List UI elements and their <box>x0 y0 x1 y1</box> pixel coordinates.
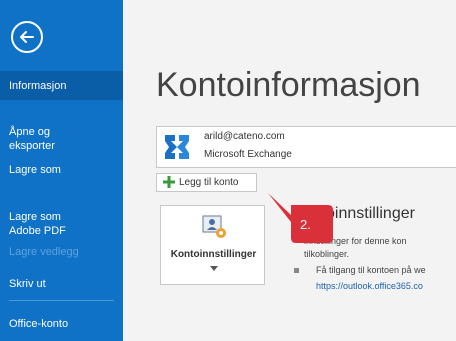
backstage-sidebar: Informasjon Åpne og eksporter Lagre som … <box>0 0 123 341</box>
account-settings-icon <box>202 215 226 238</box>
exchange-icon <box>162 132 192 162</box>
nav-item-office-konto[interactable]: Office-konto <box>0 317 123 331</box>
plus-icon <box>163 176 175 188</box>
account-selector[interactable]: arild@cateno.com Microsoft Exchange <box>156 126 456 168</box>
section-description-line2: tilkoblinger. <box>304 249 350 259</box>
section-heading: oinnstillinger <box>326 205 415 222</box>
back-arrow-icon[interactable] <box>11 21 43 53</box>
nav-item-informasjon[interactable]: Informasjon <box>0 71 123 100</box>
account-email: arild@cateno.com <box>204 131 285 142</box>
nav-item-lagre-som[interactable]: Lagre som <box>0 163 123 177</box>
main-content: Kontoinformasjon arild@cateno.com Micros… <box>123 0 456 341</box>
nav-item-lagre-vedlegg: Lagre vedlegg <box>9 246 79 258</box>
bullet-marker <box>294 268 299 273</box>
outlook-web-link[interactable]: https://outlook.office365.co <box>316 281 423 291</box>
bullet-text: Få tilgang til kontoen på we <box>316 265 426 275</box>
nav-item-apne-eksporter[interactable]: Åpne og eksporter <box>0 111 123 152</box>
annotation-label: 2. <box>300 217 311 232</box>
page-title: Kontoinformasjon <box>156 66 421 104</box>
section-description: innstillinger for denne kon <box>304 236 407 246</box>
account-settings-button[interactable]: Kontoinnstillinger <box>160 205 265 285</box>
nav-item-lagre-som-pdf[interactable]: Lagre som Adobe PDF <box>0 196 123 238</box>
chevron-down-icon <box>210 266 218 271</box>
add-account-button[interactable]: Legg til konto <box>156 173 257 192</box>
add-account-label: Legg til konto <box>179 177 239 188</box>
account-type: Microsoft Exchange <box>204 149 292 160</box>
nav-item-skriv-ut[interactable]: Skriv ut <box>0 277 123 291</box>
nav-divider <box>9 300 114 301</box>
account-settings-label: Kontoinnstillinger <box>170 249 257 260</box>
